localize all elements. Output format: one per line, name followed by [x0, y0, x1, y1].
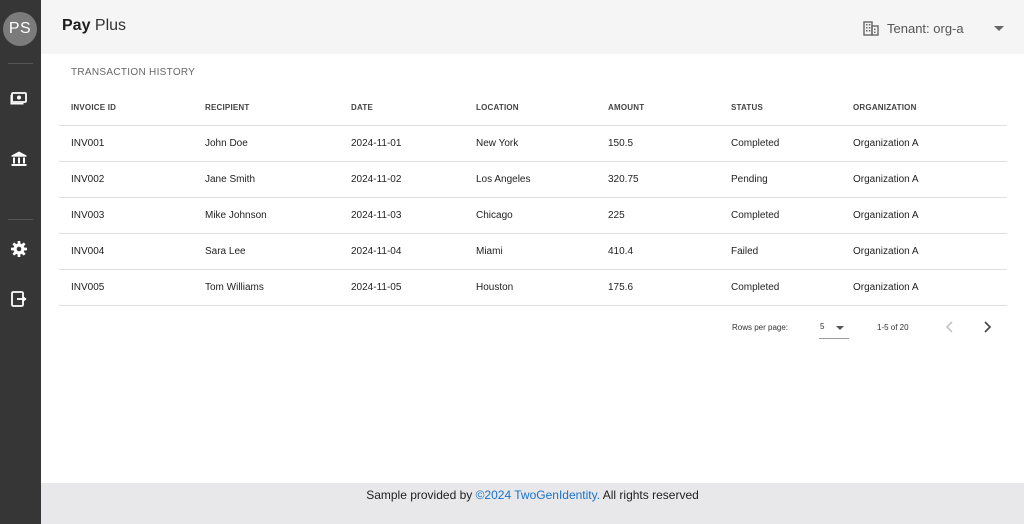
table-cell: INV003: [59, 197, 193, 234]
column-header: INVOICE ID: [59, 90, 193, 126]
table-cell: INV005: [59, 269, 193, 306]
table-cell: 175.6: [596, 269, 719, 306]
table-cell: Failed: [719, 233, 841, 270]
chevron-down-icon: [993, 25, 1004, 31]
table-cell: INV001: [59, 125, 193, 162]
table-row[interactable]: INV004 Sara Lee 2024-11-04 Miami 410.4 F…: [59, 233, 1007, 270]
footer: Sample provided by ©2024 TwoGenIdentity.…: [41, 483, 1024, 524]
brand-name-rest: Plus: [94, 17, 127, 34]
column-header: AMOUNT: [596, 90, 719, 126]
table-cell: New York: [464, 125, 596, 162]
table-cell: 2024-11-04: [339, 233, 464, 270]
app-title: Pay Plus: [62, 17, 126, 35]
previous-page-icon[interactable]: [942, 319, 958, 335]
table-cell: 150.5: [596, 125, 719, 162]
chevron-down-icon: [836, 326, 844, 330]
table-cell: 2024-11-05: [339, 269, 464, 306]
footer-suffix: All rights reserved: [600, 488, 699, 502]
table-row[interactable]: INV005 Tom Williams 2024-11-05 Houston 1…: [59, 269, 1007, 306]
table-cell: Chicago: [464, 197, 596, 234]
table-cell: John Doe: [193, 125, 339, 162]
table-cell: 2024-11-03: [339, 197, 464, 234]
tenant-selector[interactable]: Tenant: org-a: [863, 18, 1004, 38]
footer-prefix: Sample provided by: [366, 488, 476, 502]
section-title: TRANSACTION HISTORY: [71, 67, 196, 78]
table-cell: Miami: [464, 233, 596, 270]
next-page-icon[interactable]: [979, 319, 995, 335]
table-cell: 410.4: [596, 233, 719, 270]
pagination-range: 1-5 of 20: [877, 323, 909, 332]
logout-icon[interactable]: [10, 290, 28, 308]
table-cell: Houston: [464, 269, 596, 306]
tenant-label: Tenant: org-a: [887, 20, 964, 36]
transactions-table: INVOICE ID RECIPIENT DATE LOCATION AMOUN…: [59, 90, 1007, 306]
column-header: LOCATION: [464, 90, 596, 126]
building-icon: [863, 21, 879, 36]
table-cell: Mike Johnson: [193, 197, 339, 234]
rows-per-page-value: 5: [820, 322, 825, 331]
table-cell: Completed: [719, 197, 841, 234]
avatar[interactable]: PS: [3, 12, 37, 46]
table-row[interactable]: INV002 Jane Smith 2024-11-02 Los Angeles…: [59, 161, 1007, 198]
table-header-row: INVOICE ID RECIPIENT DATE LOCATION AMOUN…: [59, 90, 1007, 126]
table-cell: Organization A: [841, 197, 1007, 234]
table-cell: INV004: [59, 233, 193, 270]
main-content: TRANSACTION HISTORY INVOICE ID RECIPIENT…: [41, 54, 1024, 483]
table-cell: INV002: [59, 161, 193, 198]
table-cell: Organization A: [841, 233, 1007, 270]
rows-per-page-label: Rows per page:: [732, 323, 789, 332]
table-cell: Completed: [719, 269, 841, 306]
table-cell: 2024-11-01: [339, 125, 464, 162]
column-header: STATUS: [719, 90, 841, 126]
table-cell: Organization A: [841, 269, 1007, 306]
rows-per-page-select[interactable]: 5: [819, 318, 849, 339]
table-cell: Organization A: [841, 161, 1007, 198]
bank-icon[interactable]: [10, 150, 28, 168]
table-cell: Jane Smith: [193, 161, 339, 198]
table-cell: Pending: [719, 161, 841, 198]
table-row[interactable]: INV001 John Doe 2024-11-01 New York 150.…: [59, 125, 1007, 162]
table-cell: Sara Lee: [193, 233, 339, 270]
column-header: ORGANIZATION: [841, 90, 1007, 126]
gear-icon[interactable]: [10, 240, 28, 258]
brand-name-bold: Pay: [62, 17, 91, 34]
sidebar-divider: [8, 63, 33, 64]
table-cell: Tom Williams: [193, 269, 339, 306]
table-cell: 2024-11-02: [339, 161, 464, 198]
table-cell: Los Angeles: [464, 161, 596, 198]
table-cell: 225: [596, 197, 719, 234]
sidebar-divider: [8, 219, 33, 220]
column-header: DATE: [339, 90, 464, 126]
table-cell: 320.75: [596, 161, 719, 198]
table-cell: Completed: [719, 125, 841, 162]
table-cell: Organization A: [841, 125, 1007, 162]
column-header: RECIPIENT: [193, 90, 339, 126]
sidebar: PS: [0, 0, 41, 524]
footer-link[interactable]: ©2024 TwoGenIdentity.: [476, 488, 600, 502]
app-header: Pay Plus Tenant: org-a: [41, 0, 1024, 54]
table-pagination: Rows per page: 5 1-5 of 20: [41, 312, 1024, 342]
money-icon[interactable]: [10, 89, 28, 107]
table-row[interactable]: INV003 Mike Johnson 2024-11-03 Chicago 2…: [59, 197, 1007, 234]
